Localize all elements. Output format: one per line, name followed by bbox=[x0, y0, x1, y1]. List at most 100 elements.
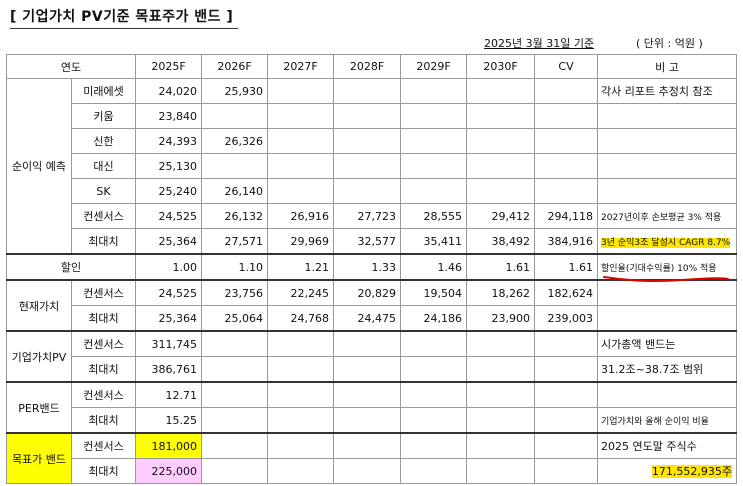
header-2028f: 2028F bbox=[333, 54, 401, 79]
row-label: 컨센서스 bbox=[71, 279, 136, 306]
cell: 1.61 bbox=[534, 253, 598, 281]
header-year: 연도 bbox=[6, 54, 136, 79]
row-label: SK bbox=[71, 178, 136, 204]
cell bbox=[267, 432, 334, 459]
header-2026f: 2026F bbox=[201, 54, 268, 79]
cell bbox=[333, 458, 401, 484]
cell bbox=[201, 330, 268, 357]
cell bbox=[466, 330, 535, 357]
cell: 23,840 bbox=[135, 103, 202, 129]
cell bbox=[466, 356, 535, 383]
target-consensus-cell: 181,000 bbox=[135, 432, 202, 459]
cell bbox=[333, 330, 401, 357]
cell: 24,393 bbox=[135, 128, 202, 154]
cell: 24,525 bbox=[135, 279, 202, 306]
table-row: PER밴드 컨센서스 12.71 bbox=[6, 381, 737, 434]
cell bbox=[534, 153, 598, 179]
note-cell-highlighted: 3년 순익3조 달성시 CAGR 8.7% bbox=[597, 228, 737, 255]
cell: 25,364 bbox=[135, 228, 202, 255]
cell bbox=[534, 381, 598, 408]
cell: 27,723 bbox=[333, 203, 401, 229]
cell bbox=[466, 381, 535, 408]
group-target-band: 목표가 밴드 bbox=[6, 432, 72, 484]
table-row: 신한 24,393 26,326 bbox=[7, 128, 737, 154]
cell bbox=[267, 356, 334, 383]
cell bbox=[534, 407, 598, 434]
cell bbox=[534, 78, 598, 104]
cell bbox=[466, 103, 535, 129]
cell: 384,916 bbox=[534, 228, 598, 255]
header-row: 연도 2025F 2026F 2027F 2028F 2029F 2030F C… bbox=[6, 54, 737, 79]
cell: 25,130 bbox=[135, 153, 202, 179]
cell bbox=[267, 78, 334, 104]
cell: 29,969 bbox=[267, 228, 334, 255]
cell bbox=[534, 356, 598, 383]
cell: 26,132 bbox=[201, 203, 268, 229]
note-cell: 시가총액 밴드는 bbox=[597, 330, 737, 357]
red-underline-annotation bbox=[603, 276, 729, 282]
cell bbox=[400, 356, 467, 383]
cell bbox=[201, 407, 268, 434]
table-row: 기업가치PV 컨센서스 311,745 시가총액 밴드는 bbox=[6, 330, 737, 383]
group-present-value: 현재가치 bbox=[6, 279, 72, 332]
table-row: 목표가 밴드 컨센서스 181,000 2025 연도말 주식수 bbox=[6, 432, 737, 484]
cell bbox=[267, 103, 334, 129]
cell bbox=[267, 330, 334, 357]
table-row: 최대치 225,000 171,552,935주 bbox=[7, 458, 737, 484]
table-row: 최대치 25,364 25,064 24,768 24,475 24,186 2… bbox=[7, 305, 737, 332]
cell bbox=[201, 458, 268, 484]
row-label: 컨센서스 bbox=[71, 432, 136, 459]
note-cell bbox=[597, 178, 737, 204]
cell: 23,756 bbox=[201, 279, 268, 306]
cell: 24,768 bbox=[267, 305, 334, 332]
cell: 27,571 bbox=[201, 228, 268, 255]
note-cell: 31.2조~38.7조 범위 bbox=[597, 356, 737, 383]
cell: 25,064 bbox=[201, 305, 268, 332]
cell: 294,118 bbox=[534, 203, 598, 229]
cell bbox=[333, 356, 401, 383]
cell: 182,624 bbox=[534, 279, 598, 306]
cell: 28,555 bbox=[400, 203, 467, 229]
note-cell: 기업가치와 올해 순이익 비율 bbox=[597, 407, 737, 434]
cell: 18,262 bbox=[466, 279, 535, 306]
row-label: 키움 bbox=[71, 103, 136, 129]
cell bbox=[267, 407, 334, 434]
note-cell bbox=[597, 381, 737, 408]
cell bbox=[534, 178, 598, 204]
cell bbox=[267, 153, 334, 179]
cell bbox=[534, 432, 598, 459]
cell: 25,930 bbox=[201, 78, 268, 104]
row-label: 최대치 bbox=[71, 407, 136, 434]
row-label: 컨센서스 bbox=[71, 203, 136, 229]
cell bbox=[400, 458, 467, 484]
cell bbox=[333, 432, 401, 459]
cell: 311,745 bbox=[135, 330, 202, 357]
group-net-income: 순이익 예측 bbox=[6, 78, 72, 255]
note-cell bbox=[597, 128, 737, 154]
cell bbox=[333, 103, 401, 129]
cell bbox=[333, 381, 401, 408]
row-label: 최대치 bbox=[71, 228, 136, 255]
cell bbox=[534, 128, 598, 154]
cell: 1.21 bbox=[267, 253, 334, 281]
cell: 1.46 bbox=[400, 253, 467, 281]
header-2027f: 2027F bbox=[267, 54, 334, 79]
cell: 26,140 bbox=[201, 178, 268, 204]
note-cell: 각사 리포트 추정치 참조 bbox=[597, 78, 737, 104]
cell: 1.33 bbox=[333, 253, 401, 281]
cell bbox=[333, 78, 401, 104]
row-label: 컨센서스 bbox=[71, 330, 136, 357]
cell bbox=[201, 356, 268, 383]
cell bbox=[466, 407, 535, 434]
cell bbox=[400, 128, 467, 154]
title-underline bbox=[10, 28, 238, 29]
table-row: 최대치 386,761 31.2조~38.7조 범위 bbox=[7, 356, 737, 383]
cell bbox=[400, 407, 467, 434]
cell: 23,900 bbox=[466, 305, 535, 332]
discount-label: 할인 bbox=[6, 253, 136, 281]
cell bbox=[466, 128, 535, 154]
cell: 24,475 bbox=[333, 305, 401, 332]
header-2030f: 2030F bbox=[466, 54, 535, 79]
highlight-text: 3년 순익3조 달성시 CAGR 8.7% bbox=[601, 237, 731, 248]
cell bbox=[201, 103, 268, 129]
